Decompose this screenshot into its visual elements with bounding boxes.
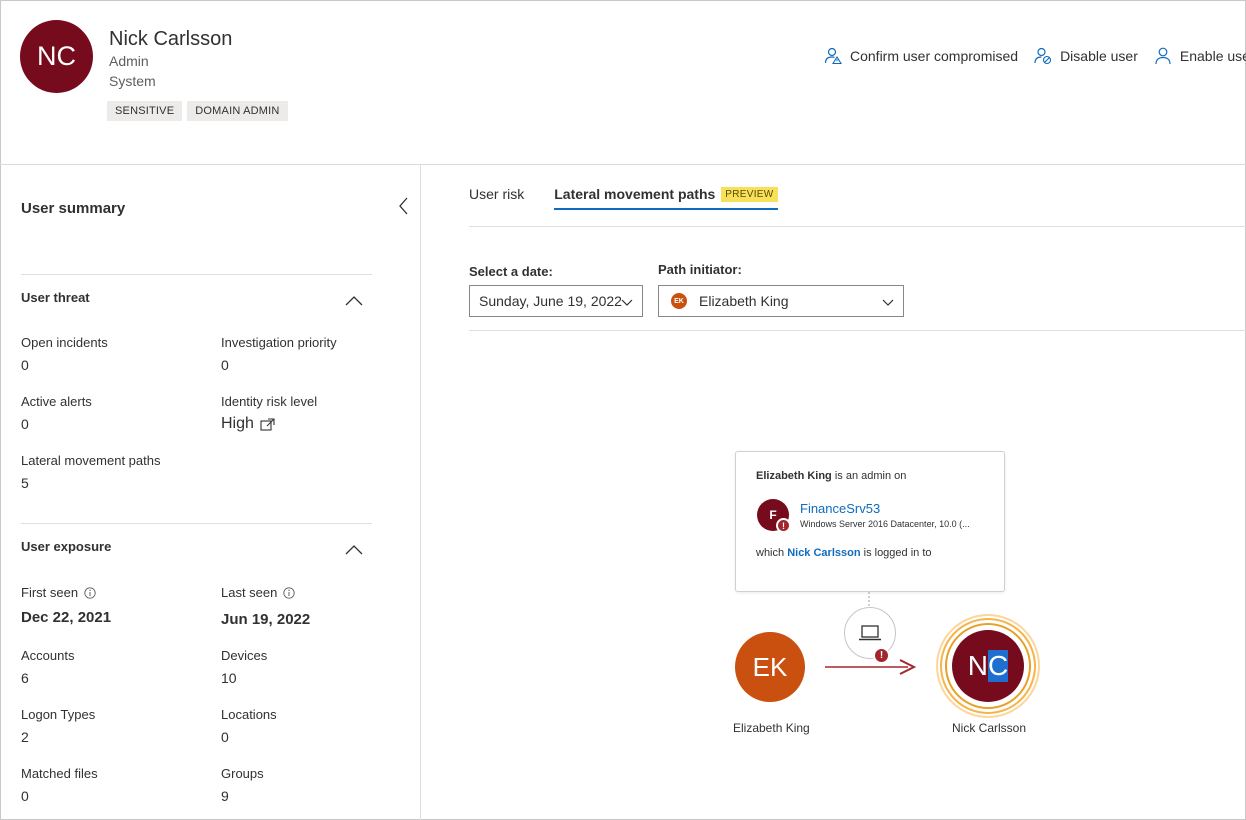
logon-types-label: Logon Types: [21, 707, 96, 722]
date-label: Select a date:: [469, 264, 553, 279]
devices-value: 10: [221, 670, 237, 686]
initiator-dropdown[interactable]: EK Elizabeth King: [658, 285, 904, 317]
active-alerts-label: Active alerts: [21, 394, 92, 409]
tab-user-risk[interactable]: User risk: [469, 186, 524, 210]
matched-files-label: Matched files: [21, 766, 98, 781]
devices-label: Devices: [221, 648, 268, 663]
card-logged-line: which Nick Carlsson is logged in to: [756, 547, 932, 559]
identity-risk-label: Identity risk level: [221, 394, 318, 409]
divider: [469, 330, 1246, 331]
initiator-label: Path initiator:: [658, 262, 742, 277]
locations-value: 0: [221, 729, 229, 745]
target-initial-a: N: [967, 650, 988, 681]
user-alert-icon: [824, 47, 842, 65]
last-seen-label: Last seen: [221, 585, 296, 600]
server-os: Windows Server 2016 Datacenter, 10.0 (..…: [800, 519, 970, 529]
locations-label: Locations: [221, 707, 277, 722]
identity-risk-text: High: [221, 415, 254, 432]
confirm-compromised-label: Confirm user compromised: [850, 48, 1019, 64]
accounts-label: Accounts: [21, 648, 75, 663]
open-incidents-label: Open incidents: [21, 335, 108, 350]
section-title-user-exposure: User exposure: [21, 539, 112, 554]
tab-bar: User risk Lateral movement paths PREVIEW: [469, 186, 778, 210]
user-role: Admin: [109, 53, 149, 69]
preview-badge: PREVIEW: [721, 186, 778, 202]
date-value: Sunday, June 19, 2022: [479, 293, 622, 309]
chevron-down-icon: [621, 299, 633, 306]
tag-domain-admin: DOMAIN ADMIN: [187, 101, 288, 121]
user-icon: [1155, 47, 1171, 65]
external-link-icon[interactable]: [260, 417, 275, 431]
open-incidents-value: 0: [21, 357, 29, 373]
user-disable-icon: [1034, 47, 1052, 65]
tag-list: SENSITIVE DOMAIN ADMIN: [107, 101, 288, 121]
divider: [469, 226, 1246, 227]
chevron-down-icon: [882, 299, 894, 306]
first-seen-value: Dec 22, 2021: [21, 609, 112, 626]
tag-sensitive: SENSITIVE: [107, 101, 183, 121]
card-logged-suffix: is logged in to: [860, 547, 932, 559]
server-link[interactable]: FinanceSrv53: [800, 501, 880, 516]
chevron-up-icon[interactable]: [343, 293, 365, 307]
tab-lateral-movement-paths[interactable]: Lateral movement paths PREVIEW: [554, 186, 778, 210]
section-title-user-threat: User threat: [21, 290, 90, 305]
info-icon[interactable]: [283, 586, 296, 599]
alert-icon: !: [873, 647, 890, 664]
card-admin-text: is an admin on: [831, 470, 907, 482]
logon-types-value: 2: [21, 729, 29, 745]
last-seen-text: Last seen: [221, 585, 278, 600]
first-seen-label: First seen: [21, 585, 96, 600]
card-admin-name: Elizabeth King: [756, 470, 832, 482]
identity-risk-value[interactable]: High: [221, 415, 275, 433]
info-icon[interactable]: [84, 586, 96, 599]
user-header: NC Nick Carlsson Admin System SENSITIVE …: [0, 0, 1246, 165]
header-actions: Confirm user compromised Disable user En…: [824, 47, 1246, 65]
enable-user-label: Enable user: [1179, 48, 1246, 64]
date-dropdown[interactable]: Sunday, June 19, 2022: [469, 285, 643, 317]
laptop-icon: [859, 625, 881, 641]
active-alerts-value: 0: [21, 416, 29, 432]
summary-title: User summary: [21, 200, 126, 217]
tab-lateral-label: Lateral movement paths: [554, 186, 716, 202]
source-node-label: Elizabeth King: [733, 721, 810, 735]
path-detail-card: Elizabeth King is an admin on F ! Financ…: [735, 451, 1005, 592]
enable-user-button[interactable]: Enable user: [1154, 47, 1246, 65]
disable-user-label: Disable user: [1060, 48, 1138, 64]
investigation-priority-label: Investigation priority: [221, 335, 337, 350]
divider: [21, 274, 372, 275]
source-node[interactable]: EK: [735, 632, 805, 702]
user-summary-panel: User summary User threat Open incidents …: [0, 165, 421, 820]
divider: [21, 523, 372, 524]
card-admin-line: Elizabeth King is an admin on: [756, 470, 906, 482]
lateral-paths-label: Lateral movement paths: [21, 453, 161, 468]
card-logged-prefix: which: [756, 547, 788, 559]
disable-user-button[interactable]: Disable user: [1034, 47, 1138, 65]
target-node[interactable]: NC: [936, 614, 1040, 718]
last-seen-value: Jun 19, 2022: [221, 611, 311, 628]
accounts-value: 6: [21, 670, 29, 686]
logged-user-link[interactable]: Nick Carlsson: [787, 547, 860, 559]
initiator-value: Elizabeth King: [699, 293, 789, 309]
alert-icon: !: [776, 518, 791, 533]
target-initial-b: C: [988, 650, 1009, 682]
investigation-priority-value: 0: [221, 357, 229, 373]
user-name: Nick Carlsson: [109, 28, 233, 50]
target-node-label: Nick Carlsson: [952, 721, 1027, 735]
groups-value: 9: [221, 788, 229, 804]
chevron-up-icon[interactable]: [343, 542, 365, 556]
avatar: NC: [20, 20, 93, 93]
confirm-compromised-button[interactable]: Confirm user compromised: [824, 47, 1018, 65]
matched-files-value: 0: [21, 788, 29, 804]
first-seen-text: First seen: [21, 585, 79, 600]
chevron-left-icon[interactable]: [394, 195, 414, 217]
target-avatar: NC: [952, 630, 1024, 702]
user-department: System: [109, 73, 156, 89]
lateral-paths-value: 5: [21, 475, 29, 491]
groups-label: Groups: [221, 766, 264, 781]
initiator-avatar: EK: [671, 293, 687, 309]
